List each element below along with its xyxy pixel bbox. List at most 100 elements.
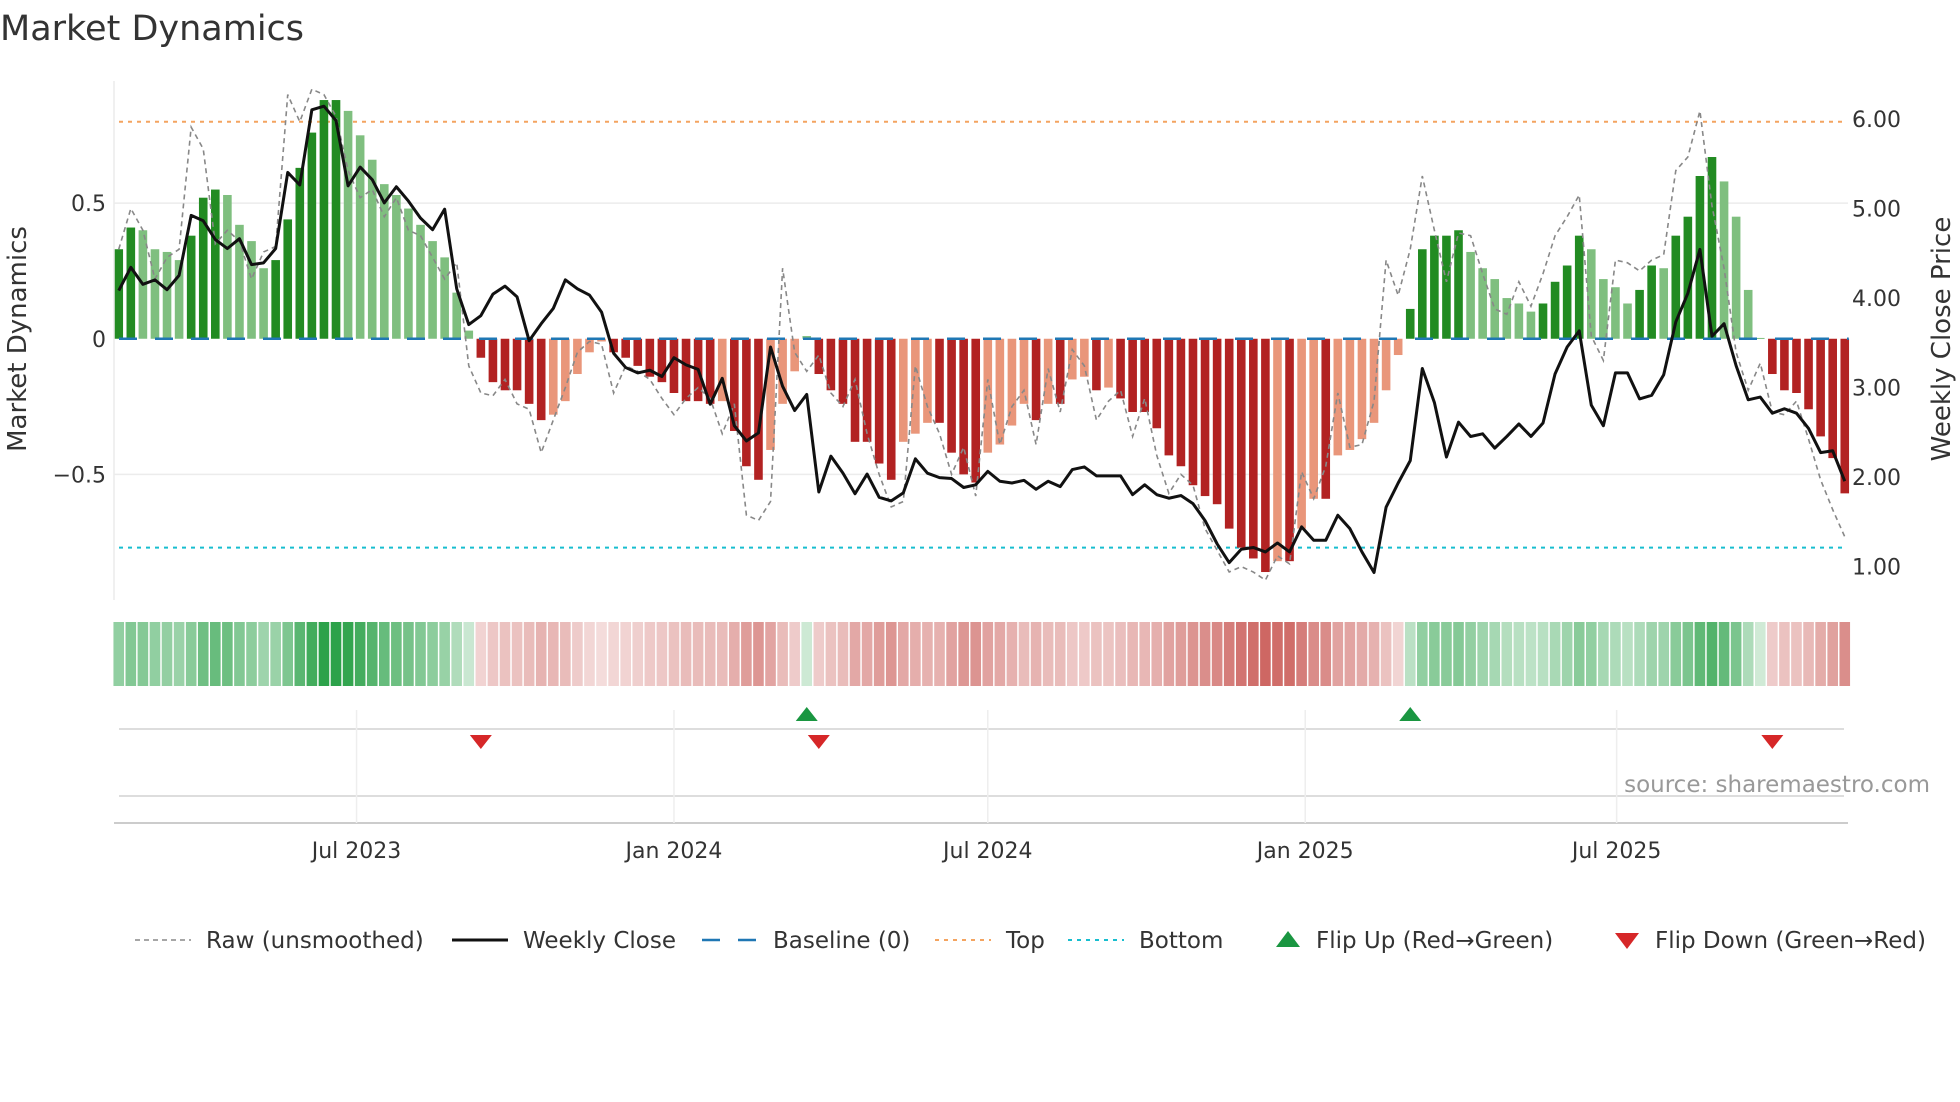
heat-cell <box>680 622 692 686</box>
chart-title: Market Dynamics <box>0 9 304 49</box>
momentum-bar <box>1007 338 1017 426</box>
heat-cell <box>813 622 825 686</box>
heat-cell <box>861 622 873 686</box>
momentum-bar <box>307 132 317 339</box>
momentum-bar <box>1816 338 1825 437</box>
momentum-bar <box>669 338 679 393</box>
heat-cell <box>210 622 221 686</box>
legend-bottom-label: Bottom <box>1139 928 1223 954</box>
heat-cell <box>1791 622 1802 686</box>
legend-flip_down-label: Flip Down (Green→Red) <box>1655 928 1926 954</box>
heat-cell <box>1827 622 1838 686</box>
left-tick-label: 0.5 <box>71 192 106 217</box>
momentum-bar <box>911 338 920 434</box>
legend-flip_up-label: Flip Up (Red→Green) <box>1316 928 1553 954</box>
momentum-bar <box>1067 338 1077 380</box>
heat-cell <box>837 622 849 686</box>
heat-cell <box>1235 622 1247 686</box>
momentum-bar <box>524 338 534 404</box>
heat-cell <box>222 622 233 686</box>
heat-cell <box>427 622 438 686</box>
momentum-bar <box>295 167 305 339</box>
heat-cell <box>1573 622 1585 686</box>
heat-cell <box>777 622 788 686</box>
momentum-bar <box>790 338 799 372</box>
momentum-bar <box>1249 338 1258 559</box>
heat-cell <box>234 622 245 686</box>
heat-cell <box>366 622 378 686</box>
heat-cell <box>1598 622 1609 686</box>
right-tick-label: 5.00 <box>1852 197 1901 222</box>
momentum-bar <box>633 338 643 366</box>
momentum-bar <box>548 338 558 415</box>
heat-cell <box>644 622 656 686</box>
momentum-bar <box>1405 308 1415 339</box>
x-tick-label: Jan 2024 <box>624 839 723 864</box>
heat-cell <box>246 622 257 686</box>
momentum-bar <box>1393 338 1403 356</box>
heat-cell <box>1103 622 1114 686</box>
momentum-bar <box>512 338 522 391</box>
heat-cell <box>197 622 209 686</box>
heat-cell <box>596 622 607 686</box>
heat-cell <box>1380 622 1392 686</box>
momentum-bar <box>1080 338 1089 377</box>
heat-cell <box>113 622 125 686</box>
momentum-bar <box>1768 338 1777 375</box>
heat-cell <box>294 622 306 686</box>
heat-cell <box>970 622 982 686</box>
heat-cell <box>1634 622 1645 686</box>
legend-baseline-label: Baseline (0) <box>773 928 910 954</box>
heat-cell <box>668 622 680 686</box>
heat-cell <box>765 622 776 686</box>
heat-cell <box>1272 622 1283 686</box>
left-tick-label: 0 <box>92 328 106 353</box>
momentum-bar <box>343 110 353 339</box>
heat-cell <box>789 622 800 686</box>
heat-cell <box>994 622 1006 686</box>
heat-cell <box>885 622 897 686</box>
heat-cell <box>910 622 921 686</box>
momentum-bar <box>1031 338 1041 421</box>
heat-cell <box>1163 622 1175 686</box>
momentum-bar <box>1236 338 1246 548</box>
heat-cell <box>1344 622 1356 686</box>
heat-cell <box>1332 622 1344 686</box>
momentum-bar <box>392 194 401 339</box>
heat-cell <box>1537 622 1549 686</box>
momentum-bar <box>1430 235 1439 339</box>
heat-cell <box>1018 622 1030 686</box>
momentum-bar <box>1550 281 1560 339</box>
heat-cell <box>1211 622 1223 686</box>
momentum-bar <box>1804 338 1813 410</box>
momentum-bar <box>1599 279 1608 339</box>
heat-cell <box>1465 622 1476 686</box>
heat-cell <box>1417 622 1428 686</box>
momentum-bar <box>814 338 824 375</box>
heat-cell <box>1151 622 1163 686</box>
momentum-bar <box>886 338 896 480</box>
flip-down-marker <box>807 735 830 749</box>
momentum-bar <box>862 338 872 442</box>
heat-cell <box>1139 622 1150 686</box>
legend-raw-label: Raw (unsmoothed) <box>206 928 424 954</box>
heat-cell <box>1767 622 1778 686</box>
momentum-bar <box>561 338 570 402</box>
momentum-bar <box>1224 338 1234 529</box>
flip-up-marker <box>795 707 818 721</box>
heat-cell <box>1453 622 1464 686</box>
momentum-bar <box>1442 235 1451 339</box>
momentum-bar <box>1019 338 1029 404</box>
heat-cell <box>1296 622 1307 686</box>
momentum-bar <box>223 194 232 339</box>
right-tick-label: 6.00 <box>1852 108 1901 133</box>
heat-cell <box>560 622 571 686</box>
momentum-bar <box>1828 338 1837 459</box>
momentum-bar <box>162 251 172 339</box>
momentum-bar <box>1261 338 1270 573</box>
momentum-bar <box>114 249 124 339</box>
heat-cell <box>1694 622 1706 686</box>
x-tick-label: Jul 2024 <box>941 839 1033 864</box>
heat-cell <box>982 622 994 686</box>
momentum-bar <box>1659 268 1669 339</box>
